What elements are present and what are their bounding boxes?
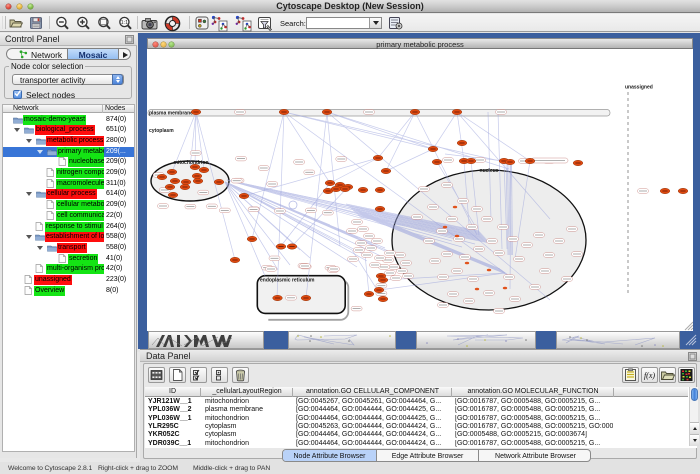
svg-text:cytoplasm: cytoplasm: [149, 128, 174, 134]
svg-text:plasma membrane: plasma membrane: [149, 111, 193, 117]
svg-text:nucleus: nucleus: [480, 168, 499, 174]
svg-text:endoplasmic reticulum: endoplasmic reticulum: [260, 278, 315, 284]
svg-text:1:1: 1:1: [121, 20, 129, 26]
svg-text:f(x): f(x): [644, 371, 655, 380]
svg-text:unassigned: unassigned: [625, 85, 653, 91]
